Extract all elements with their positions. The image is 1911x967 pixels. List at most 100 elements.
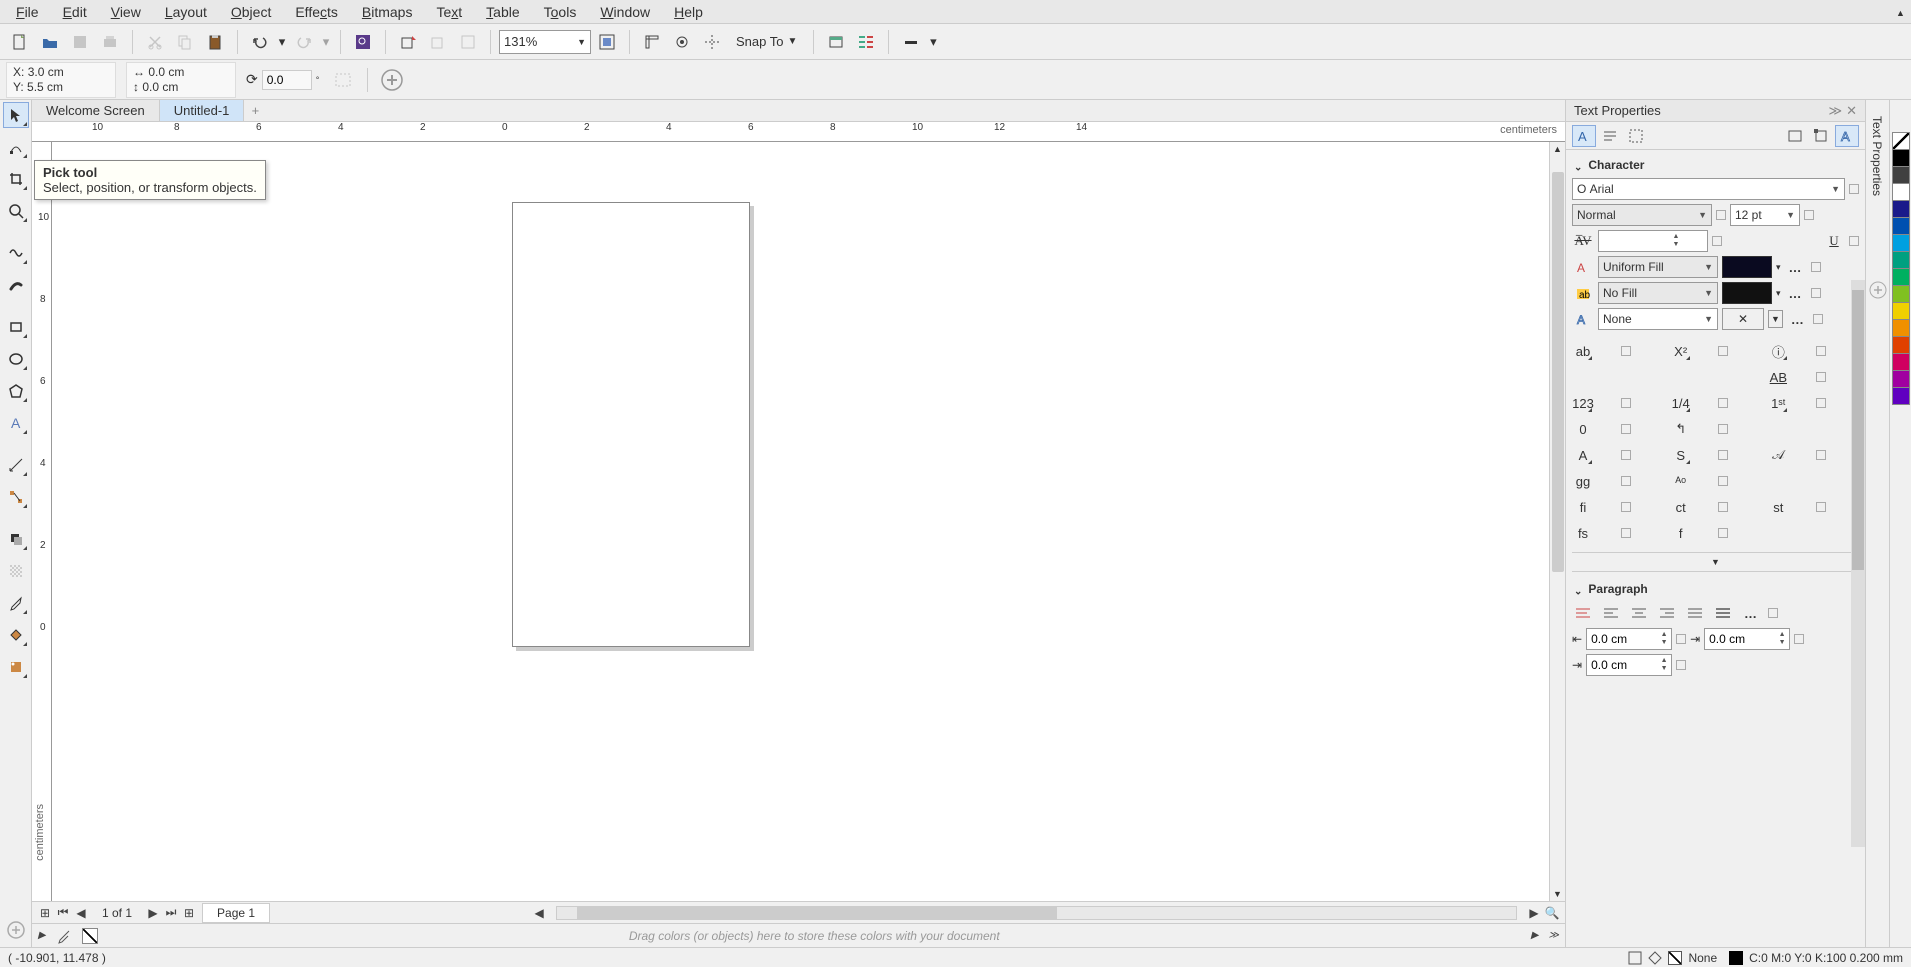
character-tab[interactable]: A	[1572, 125, 1596, 147]
smallcaps-button[interactable]: ᴬᵒ	[1670, 470, 1692, 492]
shape-tool[interactable]	[3, 134, 29, 160]
fill-tool[interactable]	[3, 622, 29, 648]
vtab-text-properties[interactable]: Text Properties	[1866, 110, 1888, 202]
palette-swatch[interactable]	[1892, 234, 1910, 252]
font-style-select[interactable]: Normal▼	[1572, 204, 1712, 226]
underline-button[interactable]: U	[1823, 230, 1845, 252]
mirror-button[interactable]	[329, 66, 357, 94]
prev-page-button[interactable]: ◀	[72, 904, 90, 922]
ruler-vertical[interactable]: 10 8 6 4 2 0 centimeters	[32, 142, 52, 901]
save-button[interactable]	[66, 28, 94, 56]
caps-button[interactable]: A	[1572, 444, 1594, 466]
zoom-nav-button[interactable]: 🔍	[1543, 904, 1561, 922]
show-grid-button[interactable]	[668, 28, 696, 56]
ellipse-tool[interactable]	[3, 346, 29, 372]
menu-effects[interactable]: Effects	[283, 2, 350, 22]
palette-swatch[interactable]	[1892, 251, 1910, 269]
rectangle-tool[interactable]	[3, 314, 29, 340]
palette-swatch[interactable]	[1892, 183, 1910, 201]
palette-swatch[interactable]	[1892, 200, 1910, 218]
new-button[interactable]	[6, 28, 34, 56]
palette-swatch[interactable]	[1892, 166, 1910, 184]
artistic-media-tool[interactable]	[3, 272, 29, 298]
ordinal-button[interactable]: 1ˢᵗ	[1767, 392, 1789, 414]
ligature-fi-button[interactable]: fi	[1572, 496, 1594, 518]
kerning-input[interactable]: ▲▼	[1598, 230, 1708, 252]
document-palette[interactable]: ▶ Drag colors (or objects) here to store…	[32, 923, 1565, 947]
outline-dropdown[interactable]: ▾	[927, 28, 939, 56]
menu-tools[interactable]: Tools	[532, 2, 589, 22]
polygon-tool[interactable]	[3, 378, 29, 404]
first-line-indent-input[interactable]: ▲▼	[1586, 654, 1672, 676]
docker-opt1[interactable]	[1783, 125, 1807, 147]
palette-swatch[interactable]	[1892, 353, 1910, 371]
import-button[interactable]	[394, 28, 422, 56]
undo-button[interactable]	[246, 28, 274, 56]
palette-swatch[interactable]	[1892, 387, 1910, 405]
character-section-header[interactable]: Character	[1572, 154, 1859, 176]
add-button[interactable]	[378, 66, 406, 94]
outline-more-button[interactable]: …	[1787, 308, 1809, 330]
full-screen-button[interactable]	[593, 28, 621, 56]
stylistic-button[interactable]: gg	[1572, 470, 1594, 492]
ruler-horizontal[interactable]: 10 8 6 4 2 0 2 4 6 8 10 12 14 centimeter…	[32, 122, 1565, 142]
paste-button[interactable]	[201, 28, 229, 56]
connector-tool[interactable]	[3, 484, 29, 510]
status-outline[interactable]: C:0 M:0 Y:0 K:100 0.200 mm	[1729, 951, 1903, 965]
bg-more-button[interactable]: …	[1785, 282, 1807, 304]
align-justify-button[interactable]	[1684, 602, 1706, 624]
font-size-select[interactable]: 12 pt▼	[1730, 204, 1800, 226]
arrow-button[interactable]: ↰	[1670, 418, 1692, 440]
pick-tool[interactable]	[3, 102, 29, 128]
menu-layout[interactable]: Layout	[153, 2, 219, 22]
align-center-button[interactable]	[1628, 602, 1650, 624]
kerning-icon[interactable]: A̅V	[1572, 230, 1594, 252]
drop-shadow-tool[interactable]	[3, 526, 29, 552]
publish-pdf-button[interactable]	[454, 28, 482, 56]
frame-tab[interactable]	[1624, 125, 1648, 147]
page-tab[interactable]: Page 1	[202, 903, 270, 923]
paragraph-tab[interactable]	[1598, 125, 1622, 147]
hscroll-left[interactable]: ◀	[530, 904, 548, 922]
align-left-button[interactable]	[1600, 602, 1622, 624]
menu-object[interactable]: Object	[219, 2, 283, 22]
superscript-button[interactable]: X²	[1670, 340, 1692, 362]
ligature-fs-button[interactable]: fs	[1572, 522, 1594, 544]
next-page-button[interactable]: ▶	[144, 904, 162, 922]
scrollbar-vertical[interactable]: ▲▼	[1549, 142, 1565, 901]
numeric-button[interactable]: 123	[1572, 392, 1594, 414]
menu-window[interactable]: Window	[588, 2, 662, 22]
palette-expand[interactable]: ▶	[38, 930, 46, 941]
hscroll-right[interactable]: ▶	[1525, 904, 1543, 922]
show-guidelines-button[interactable]	[698, 28, 726, 56]
right-indent-input[interactable]: ▲▼	[1704, 628, 1790, 650]
eyedropper-icon[interactable]	[56, 928, 72, 944]
palette-swatch[interactable]	[1892, 217, 1910, 235]
zoom-tool[interactable]	[3, 198, 29, 224]
ligature-ct-button[interactable]: ct	[1670, 496, 1692, 518]
palette-swatch[interactable]	[1892, 149, 1910, 167]
docker-opt3[interactable]: A	[1835, 125, 1859, 147]
info-button[interactable]: ⓘ	[1767, 340, 1789, 362]
crop-tool[interactable]	[3, 166, 29, 192]
options-button[interactable]	[822, 28, 850, 56]
dimension-tool[interactable]	[3, 452, 29, 478]
last-page-button[interactable]: ⏭	[162, 904, 180, 922]
text-tool[interactable]: A	[3, 410, 29, 436]
align-none-button[interactable]	[1572, 602, 1594, 624]
menu-file[interactable]: File	[4, 2, 51, 22]
new-tab-button[interactable]: +	[244, 100, 266, 121]
quick-customize-button[interactable]	[3, 917, 29, 943]
menu-view[interactable]: View	[99, 2, 153, 22]
print-button[interactable]	[96, 28, 124, 56]
scrollbar-horizontal[interactable]	[556, 906, 1517, 920]
palette-none[interactable]	[1892, 132, 1910, 150]
outline-type-select[interactable]: None▼	[1598, 308, 1718, 330]
fill-type-select[interactable]: Uniform Fill▼	[1598, 256, 1718, 278]
allcaps-button[interactable]: AB	[1767, 366, 1789, 388]
palette-scroll-right[interactable]: ▶	[1531, 930, 1539, 941]
search-content-button[interactable]	[349, 28, 377, 56]
eyedropper-tool[interactable]	[3, 590, 29, 616]
menu-edit[interactable]: Edit	[51, 2, 99, 22]
canvas[interactable]	[52, 142, 1549, 901]
